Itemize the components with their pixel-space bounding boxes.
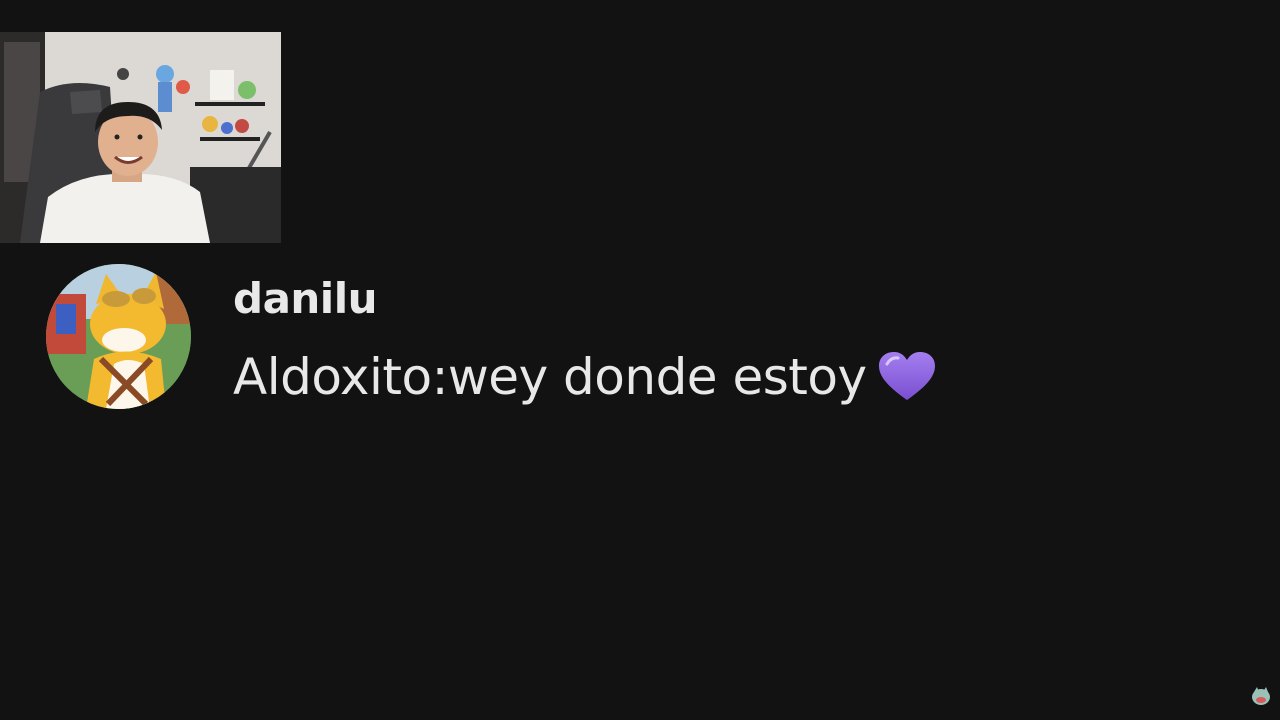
chat-comment: danilu Aldoxito:wey donde estoy: [46, 262, 1046, 412]
comment-message: Aldoxito:wey donde estoy: [233, 348, 867, 406]
video-frame: danilu Aldoxito:wey donde estoy: [0, 0, 1280, 720]
webcam-overlay: [0, 32, 281, 243]
channel-logo-icon: [1250, 686, 1272, 706]
avatar: [46, 264, 191, 409]
purple-heart-icon: [877, 350, 937, 404]
comment-username: danilu: [233, 274, 378, 323]
comment-message-line: Aldoxito:wey donde estoy: [233, 348, 937, 406]
